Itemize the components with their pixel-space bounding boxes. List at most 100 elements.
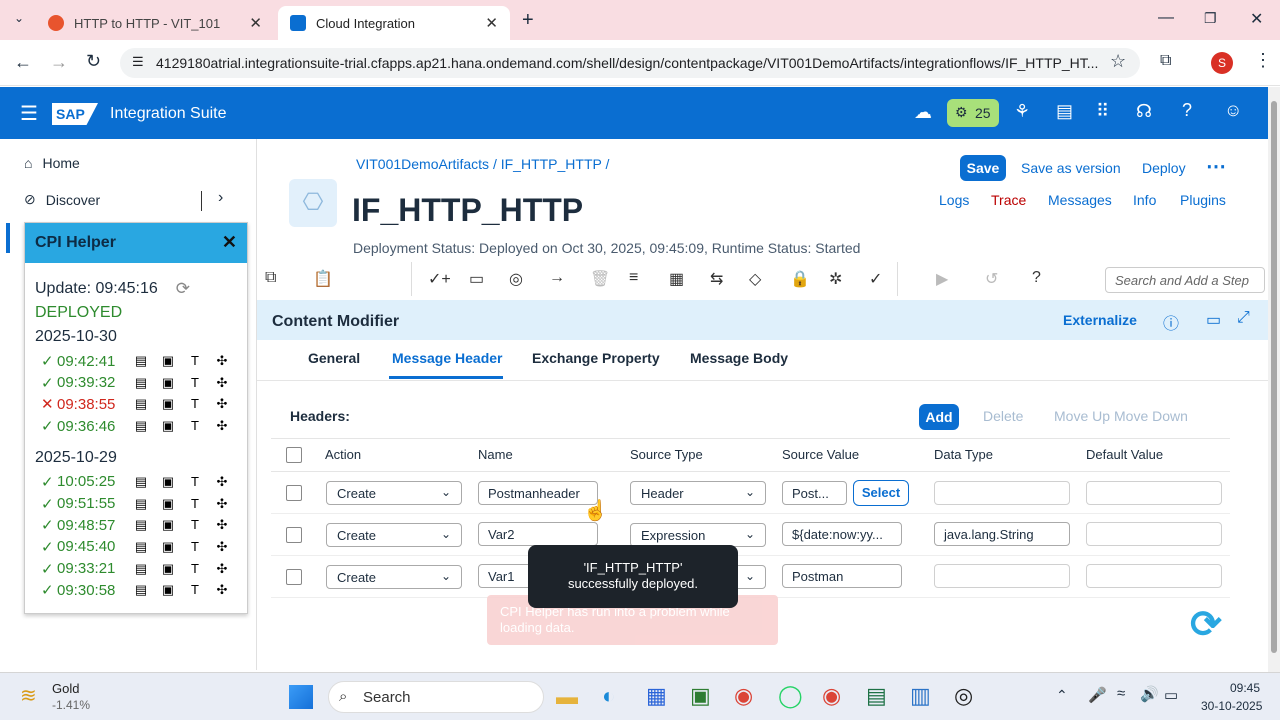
- site-info-icon[interactable]: ☰: [132, 54, 144, 70]
- back-icon[interactable]: ←: [14, 52, 32, 73]
- run-time[interactable]: 09:36:46: [57, 418, 121, 435]
- delete-step-icon[interactable]: 🗑: [590, 269, 610, 289]
- notepad-icon[interactable]: ▥: [910, 683, 931, 709]
- save-as-version-button[interactable]: Save as version: [1021, 160, 1121, 176]
- trace-icon[interactable]: ▣: [161, 497, 175, 510]
- chat-icon[interactable]: ⚘: [1014, 101, 1030, 122]
- trace-icon[interactable]: ▣: [161, 518, 175, 531]
- source-type-select[interactable]: Header ⌄: [630, 481, 766, 505]
- data-type-input[interactable]: [934, 481, 1070, 505]
- log-icon[interactable]: ▤: [134, 497, 148, 510]
- hamburger-menu-icon[interactable]: ☰: [20, 101, 38, 126]
- more-options-icon[interactable]: ⋯: [1206, 154, 1226, 179]
- nav-discover[interactable]: ⊘ Discover: [24, 191, 100, 208]
- persistence-icon[interactable]: ✲: [829, 269, 842, 289]
- text-icon[interactable]: T: [188, 475, 202, 488]
- breadcrumb-iflow[interactable]: IF_HTTP_HTTP: [501, 156, 602, 172]
- log-icon[interactable]: ▤: [134, 475, 148, 488]
- reset-icon[interactable]: ↺: [985, 269, 998, 289]
- tab-message-body[interactable]: Message Body: [690, 350, 788, 366]
- logs-link[interactable]: Logs: [939, 192, 969, 208]
- chrome-icon[interactable]: ◉: [734, 683, 753, 709]
- tab-exchange-property[interactable]: Exchange Property: [532, 350, 660, 366]
- text-icon[interactable]: T: [188, 397, 202, 410]
- cloud-icon[interactable]: ☁: [914, 102, 932, 123]
- call-icon[interactable]: ▦: [669, 269, 684, 289]
- add-button[interactable]: Add: [919, 404, 959, 430]
- run-time[interactable]: 09:30:58: [57, 582, 121, 599]
- edge-icon[interactable]: ◐: [602, 683, 615, 709]
- breadcrumb-package[interactable]: VIT001DemoArtifacts: [356, 156, 489, 172]
- row-checkbox[interactable]: [286, 485, 302, 501]
- tools-icon[interactable]: ✣: [215, 518, 229, 531]
- forward-icon[interactable]: →: [50, 52, 68, 73]
- whatsapp-icon[interactable]: ◯: [778, 683, 803, 709]
- file-explorer-icon[interactable]: ▬: [556, 684, 578, 710]
- default-value-input[interactable]: [1086, 564, 1222, 588]
- close-icon[interactable]: ✕: [222, 232, 237, 253]
- url-field[interactable]: ☰ 4129180atrial.integrationsuite-trial.c…: [120, 48, 1140, 78]
- data-type-input[interactable]: [934, 564, 1070, 588]
- copy-icon[interactable]: ⧉: [265, 269, 276, 287]
- delete-button[interactable]: Delete: [983, 408, 1023, 424]
- trace-icon[interactable]: ▣: [161, 354, 175, 367]
- data-type-input[interactable]: java.lang.String: [934, 522, 1070, 546]
- tab-message-header[interactable]: Message Header: [392, 350, 503, 366]
- help-icon[interactable]: ?: [1182, 100, 1192, 121]
- search-step-input[interactable]: Search and Add a Step: [1105, 267, 1265, 293]
- tab-list-chevron-icon[interactable]: ⌄: [14, 11, 24, 25]
- reload-icon[interactable]: ↻: [86, 51, 101, 72]
- trace-icon[interactable]: ▣: [161, 397, 175, 410]
- close-window-icon[interactable]: ✕: [1250, 9, 1263, 29]
- volume-icon[interactable]: 🔊: [1140, 685, 1159, 703]
- text-icon[interactable]: T: [188, 354, 202, 367]
- info-link[interactable]: Info: [1133, 192, 1156, 208]
- refresh-spinner-icon[interactable]: ⟳: [1190, 602, 1222, 647]
- obs-icon[interactable]: ◎: [954, 683, 973, 709]
- tools-icon[interactable]: ✣: [215, 419, 229, 432]
- routing-icon[interactable]: ⇆: [710, 269, 723, 289]
- browser-tab-cloud-integration[interactable]: Cloud Integration ✕: [278, 6, 510, 40]
- default-value-input[interactable]: [1086, 522, 1222, 546]
- text-icon[interactable]: T: [188, 419, 202, 432]
- move-down-button[interactable]: Move Down: [1114, 408, 1188, 424]
- text-icon[interactable]: T: [188, 562, 202, 575]
- participants-icon[interactable]: ✓+: [428, 269, 451, 289]
- log-icon[interactable]: ▤: [134, 562, 148, 575]
- documents-icon[interactable]: ▤: [1056, 101, 1073, 122]
- trace-icon[interactable]: ▣: [161, 419, 175, 432]
- extensions-icon[interactable]: ⧉: [1160, 52, 1171, 70]
- source-value-input[interactable]: Postman: [782, 564, 902, 588]
- store-icon[interactable]: ▦: [646, 683, 667, 709]
- source-value-input[interactable]: Post...: [782, 481, 847, 505]
- minimize-icon[interactable]: —: [1158, 9, 1174, 27]
- log-icon[interactable]: ▤: [134, 540, 148, 553]
- name-input[interactable]: Postmanheader: [478, 481, 598, 505]
- bookmark-star-icon[interactable]: ☆: [1110, 51, 1126, 72]
- text-icon[interactable]: T: [188, 540, 202, 553]
- action-select[interactable]: Create ⌄: [326, 481, 462, 505]
- battery-icon[interactable]: ▭: [1164, 686, 1178, 704]
- messages-link[interactable]: Messages: [1048, 192, 1112, 208]
- microphone-icon[interactable]: 🎤: [1088, 686, 1107, 704]
- log-icon[interactable]: ▤: [134, 518, 148, 531]
- log-icon[interactable]: ▤: [134, 583, 148, 596]
- run-time[interactable]: 09:42:41: [57, 353, 121, 370]
- gateway-icon[interactable]: ◇: [749, 269, 761, 289]
- process-icon[interactable]: ▭: [469, 269, 484, 289]
- deploy-button[interactable]: Deploy: [1142, 160, 1186, 176]
- browser-tab-vit101[interactable]: HTTP to HTTP - VIT_101 ✕: [36, 6, 274, 40]
- nav-home[interactable]: ⌂ Home: [24, 155, 80, 171]
- text-icon[interactable]: T: [188, 518, 202, 531]
- restore-icon[interactable]: ❐: [1204, 10, 1217, 27]
- row-checkbox[interactable]: [286, 569, 302, 585]
- trace-icon[interactable]: ▣: [161, 376, 175, 389]
- trace-icon[interactable]: ▣: [161, 562, 175, 575]
- externalize-button[interactable]: Externalize: [1063, 312, 1137, 328]
- security-lock-icon[interactable]: 🔒: [790, 269, 810, 289]
- maximize-panel-icon[interactable]: ⤢: [1237, 309, 1250, 327]
- transformation-icon[interactable]: ≡: [629, 269, 638, 287]
- tools-icon[interactable]: ✣: [215, 583, 229, 596]
- name-input[interactable]: Var2: [478, 522, 598, 546]
- tools-icon[interactable]: ✣: [215, 354, 229, 367]
